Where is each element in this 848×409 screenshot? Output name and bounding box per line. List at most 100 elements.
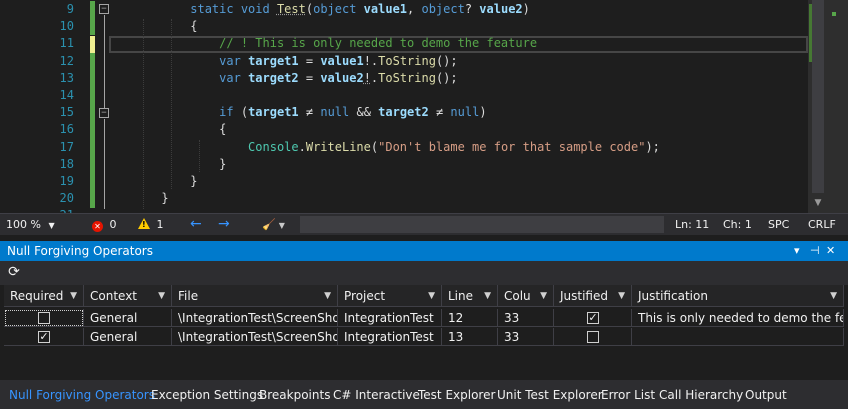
whitespace-indicator[interactable]: SPC [768,214,789,235]
required-checkbox[interactable] [38,312,50,324]
scroll-down-icon[interactable]: ▼ [810,196,826,210]
code-line: { [118,18,808,35]
comment: // ! This is only needed to demo the fea… [219,36,538,51]
code-cleanup-icon[interactable]: 🧹 ▼ [262,214,285,235]
required-checkbox[interactable]: ✓ [38,331,50,343]
line-number: 16 [59,122,74,137]
navigate-back-icon[interactable]: ← [190,214,202,235]
navigate-forward-icon[interactable]: → [218,214,230,235]
column-header-column[interactable]: Colu ▼ [498,285,554,307]
error-count-button[interactable]: ✕ 0 [92,214,117,235]
tab-null-forgiving-operators[interactable]: Null Forgiving Operators [3,384,161,406]
class-name: Console [248,139,299,154]
code-line: var target1 = value1!.ToString(); [118,53,808,70]
punctuation: (); [435,70,458,85]
line-indicator[interactable]: Ln: 11 [675,214,709,235]
code-line: Console.WriteLine("Don't blame me for th… [118,139,808,156]
change-tracking-margin [90,0,96,213]
tab-breakpoints[interactable]: Breakpoints [253,384,336,406]
warning-count-button[interactable]: ! 1 [138,214,164,235]
project-cell: IntegrationTest [338,328,442,346]
chevron-down-icon: ▼ [48,221,55,230]
punctuation: ? [464,2,480,16]
code-editor[interactable]: 9 10 11 12 13 14 15 16 17 18 19 20 21 − … [0,0,848,213]
glyph-margin[interactable] [0,0,22,213]
filter-icon[interactable]: ▼ [428,285,435,306]
outline-line [104,15,105,108]
column-header-required[interactable]: Required ▼ [4,285,84,307]
tab-test-explorer[interactable]: Test Explorer [412,384,501,406]
pin-icon[interactable]: ⊣ [810,241,820,261]
line-number: 20 [59,191,74,206]
filter-icon[interactable]: ▼ [158,285,165,306]
collapse-icon[interactable]: − [99,4,109,14]
table-row[interactable]: General \IntegrationTest\ScreenShots.cs … [0,309,848,327]
collapse-icon[interactable]: − [99,108,109,118]
line-number: 13 [59,70,74,85]
justification-cell[interactable]: This is only needed to demo the feature [632,309,844,327]
filter-icon[interactable]: ▼ [70,285,77,306]
vertical-scrollbar[interactable]: ▼ [808,0,848,213]
null-forgiving-operator: ! [363,70,371,85]
column-header-justified[interactable]: Justified ▼ [554,285,632,307]
unsaved-change-marker [90,36,95,53]
filter-icon[interactable]: ▼ [830,285,837,306]
horizontal-scrollbar[interactable] [300,216,664,233]
operator: ≠ [298,105,321,120]
string-literal: "Don't blame me for that sample code" [378,139,646,154]
tab-exception-settings[interactable]: Exception Settings [145,384,269,406]
refresh-icon[interactable]: ⟳ [6,264,22,280]
keyword: var [219,70,249,85]
close-icon[interactable]: ✕ [826,241,835,261]
results-grid[interactable]: Required ▼ Context ▼ File ▼ Project ▼ Li… [0,285,848,380]
line-number: 9 [66,2,74,16]
column-header-context[interactable]: Context ▼ [84,285,172,307]
column-header-label: Justification [638,289,708,303]
required-cell[interactable] [4,309,84,327]
punctuation: ( [305,2,314,16]
tab-error-list[interactable]: Error List [595,384,661,406]
column-header-project[interactable]: Project ▼ [338,285,442,307]
line-cell: 12 [442,309,498,327]
zoom-dropdown[interactable]: 100 % ▼ [6,214,55,235]
code-line: if (target1 ≠ null && target2 ≠ null) [118,104,808,121]
punctuation: = [298,70,321,85]
punctuation: (); [435,53,458,68]
line-number: 11 [59,36,74,51]
column-header-file[interactable]: File ▼ [172,285,338,307]
column-indicator[interactable]: Ch: 1 [723,214,752,235]
keyword: if [219,105,241,120]
tool-window-title: Null Forgiving Operators [7,244,153,258]
chevron-down-icon: ▼ [278,221,285,230]
punctuation: = [298,53,321,68]
code-text[interactable]: static void Test(object value1, object? … [118,1,808,213]
saved-change-marker [90,1,95,35]
justification-cell[interactable] [632,328,844,346]
table-row[interactable]: ✓ General \IntegrationTest\ScreenShots.c… [0,328,848,346]
column-header-line[interactable]: Line ▼ [442,285,498,307]
filter-icon[interactable]: ▼ [540,285,547,306]
filter-icon[interactable]: ▼ [324,285,331,306]
parameter: value1 [363,2,408,16]
justified-checkbox[interactable]: ✓ [587,312,599,324]
scrollbar-thumb[interactable] [812,0,824,193]
tab-unit-test-explorer[interactable]: Unit Test Explorer [491,384,609,406]
method-call: WriteLine [305,139,371,154]
required-cell[interactable]: ✓ [4,328,84,346]
tool-window-title-bar[interactable]: Null Forgiving Operators ▾ ⊣ ✕ [0,241,848,261]
justified-checkbox[interactable] [587,331,599,343]
tab-output[interactable]: Output [739,384,793,406]
line-ending-indicator[interactable]: CRLF [808,214,836,235]
code-line: { [118,121,808,138]
window-position-menu-icon[interactable]: ▾ [794,241,800,261]
column-header-justification[interactable]: Justification ▼ [632,285,844,307]
tab-call-hierarchy[interactable]: Call Hierarchy [653,384,749,406]
column-header-label: Line [448,289,474,303]
justified-cell[interactable] [554,328,632,346]
justified-cell[interactable]: ✓ [554,309,632,327]
filter-icon[interactable]: ▼ [618,285,625,306]
filter-icon[interactable]: ▼ [484,285,491,306]
operator: && [349,105,379,120]
tool-window-tab-strip: Null Forgiving Operators Exception Setti… [0,380,848,409]
code-line: } [118,190,808,207]
